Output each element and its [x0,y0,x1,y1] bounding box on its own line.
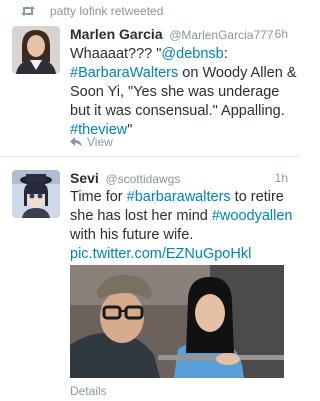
avatar-image [12,26,60,74]
details-link[interactable]: Details [70,384,107,398]
tweet-header: Marlen Garcia @MarlenGarcia777 6h [70,26,288,44]
tweet-text-segment: she has lost her mind [70,208,212,224]
tweet-text: Whaaaat??? "@debnsb: #BarbaraWalters on W… [70,45,297,140]
tweet-text-segment: with his future wife. [70,227,194,243]
tweet-text-line: Whaaaat??? "@debnsb: [70,45,288,64]
retweet-context-text: patty lofink retweeted [50,4,164,18]
tweet-text-line: pic.twitter.com/EZNuGpoHkl [70,245,288,264]
view-label: View [87,135,113,149]
avatar[interactable] [12,170,60,218]
media-link[interactable]: pic.twitter.com/EZNuGpoHkl [70,246,251,262]
tweet-text-line: with his future wife. [70,226,288,245]
hashtag-link[interactable]: #BarbaraWalters [70,65,178,81]
mention-link[interactable]: @debnsb [161,46,223,62]
author-fullname[interactable]: Marlen Garcia [70,26,163,42]
avatar[interactable] [12,26,60,74]
tweet-text-segment: Whaaaat??? " [70,46,162,62]
tweet-text-segment: to retire [230,189,284,205]
tweet-text-line: Time for #barbarawalters to retire [70,188,288,207]
tweet-text: Time for #barbarawalters to retire she ha… [70,188,292,264]
tweet[interactable]: Marlen Garcia @MarlenGarcia777 6h Whaaaa… [0,24,300,155]
tweet-text-segment: but it was consensual." Appalling. [70,103,285,119]
tweet-text-segment: Soon Yi, "Yes she was underage [70,84,280,100]
author-username[interactable]: @scottidawgs [105,172,180,186]
tweet-text-line: Soon Yi, "Yes she was underage [70,83,288,102]
tweet-text-line: she has lost her mind #woodyallen [70,207,292,226]
retweet-icon [21,6,35,16]
tweet-timestamp[interactable]: 6h [275,27,288,41]
tweet-text-line: #BarbaraWalters on Woody Allen & [70,64,297,83]
reply-icon [70,137,82,147]
hashtag-link[interactable]: #barbarawalters [127,189,231,205]
tweet-divider [0,156,300,157]
tweet-photo[interactable] [70,265,284,378]
tweet-text-segment: Time for [70,189,127,205]
photo-image [70,265,284,378]
tweet-text-line: but it was consensual." Appalling. [70,102,288,121]
tweet-text-segment: " [127,122,133,138]
tweet[interactable]: Sevi @scottidawgs 1h Time for #barbarawa… [0,162,300,401]
author-username[interactable]: @MarlenGarcia777 [169,28,273,42]
retweet-context[interactable]: patty lofink retweeted [20,2,163,20]
tweet-timestamp[interactable]: 1h [275,171,288,185]
hashtag-link[interactable]: #woodyallen [212,208,293,224]
view-conversation-link[interactable]: View [70,135,113,149]
avatar-image [12,170,60,218]
tweet-text-segment: on Woody Allen & [178,65,297,81]
tweet-header: Sevi @scottidawgs 1h [70,170,288,188]
tweet-text-segment: : [223,46,228,62]
author-fullname[interactable]: Sevi [70,170,99,186]
